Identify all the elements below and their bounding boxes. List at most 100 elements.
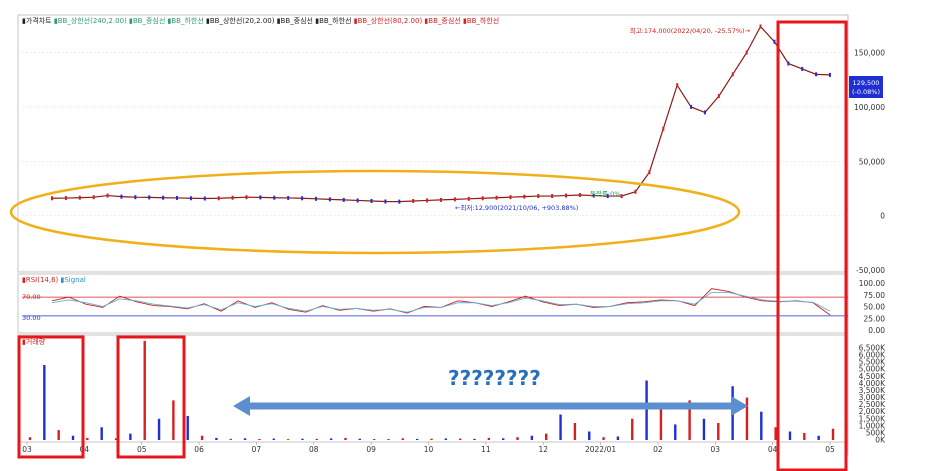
price-candle xyxy=(203,196,206,201)
volume-bar xyxy=(645,380,648,440)
overlay-question-text: ???????? xyxy=(448,366,541,390)
volume-pane-frame xyxy=(17,334,849,443)
volume-bar xyxy=(401,438,405,440)
price-tick-label: 100,000 xyxy=(854,103,885,112)
volume-bar xyxy=(329,438,333,440)
price-candle xyxy=(745,50,748,55)
last-price-value: 129,500 xyxy=(853,79,880,87)
price-pane-frame xyxy=(17,14,849,273)
price-candle xyxy=(648,170,651,175)
volume-bar xyxy=(602,437,605,440)
price-tick-label: -50,000 xyxy=(856,266,885,275)
volume-bar xyxy=(28,437,32,440)
price-candle xyxy=(495,195,498,200)
price-candle xyxy=(64,196,67,201)
price-candle xyxy=(620,194,623,199)
price-candle xyxy=(467,196,470,201)
price-candle xyxy=(245,195,248,200)
x-tick-label: 06 xyxy=(194,445,204,454)
legend-entry: ▮BB_하한선 xyxy=(463,16,499,25)
price-candle xyxy=(453,197,456,202)
volume-bar xyxy=(344,437,347,440)
price-candle xyxy=(162,195,165,200)
volume-bar xyxy=(573,423,577,440)
price-candle xyxy=(287,195,290,200)
legend-entry: ▮BB_상한선(240,2.00) xyxy=(54,16,129,25)
x-tick-label: 04 xyxy=(768,445,778,454)
stock-chart: ▮가격차트 ▮BB_상한선(240,2.00) ▮BB_중심선 ▮BB_하한선 … xyxy=(9,14,886,471)
price-candle xyxy=(523,194,526,199)
volume-bar xyxy=(659,408,663,440)
price-candle xyxy=(829,72,831,77)
volume-bar xyxy=(415,438,419,440)
x-tick-label: 10 xyxy=(424,445,434,454)
volume-bar xyxy=(817,435,820,440)
volume-bar xyxy=(674,424,677,440)
price-candle xyxy=(801,66,804,71)
volume-bar xyxy=(86,437,89,440)
legend-entry: ▮RSI(14,6) xyxy=(22,276,61,284)
volume-bar xyxy=(43,364,46,440)
price-candle xyxy=(703,110,706,115)
volume-bar xyxy=(71,435,75,440)
price-candle xyxy=(481,196,484,201)
price-candle xyxy=(787,61,790,66)
price-candle xyxy=(717,94,720,99)
volume-bar xyxy=(258,439,261,440)
volume-bar xyxy=(358,438,362,440)
price-candle xyxy=(78,195,81,200)
price-tick-label: 150,000 xyxy=(854,49,885,58)
volume-bar xyxy=(243,438,247,440)
volume-bar xyxy=(100,427,103,440)
price-candle xyxy=(815,72,818,77)
volume-bar xyxy=(272,438,275,440)
price-candle xyxy=(412,198,415,203)
price-candle xyxy=(356,198,359,203)
rsi-level-high-label: 70.00 xyxy=(22,293,41,301)
price-candle xyxy=(231,195,234,200)
price-pane-legend: ▮가격차트 ▮BB_상한선(240,2.00) ▮BB_중심선 ▮BB_하한선 … xyxy=(22,16,499,25)
rsi-tick-label: 0.00 xyxy=(868,326,885,335)
price-candle xyxy=(301,196,304,201)
legend-entry: ▮BB_하한선 xyxy=(315,16,354,25)
price-candle xyxy=(509,195,512,200)
volume-bar xyxy=(745,397,749,440)
x-tick-label: 02 xyxy=(653,445,663,454)
price-candle xyxy=(92,195,95,200)
x-tick-label: 12 xyxy=(538,445,548,454)
price-candle xyxy=(662,126,665,131)
volume-bar xyxy=(588,431,591,440)
price-candle xyxy=(398,199,401,204)
min-price-label: ←최저:12,900(2021/10/06, +903.88%) xyxy=(455,203,578,212)
volume-bar xyxy=(387,439,390,440)
volume-bar xyxy=(516,437,519,440)
legend-entry: ▮Signal xyxy=(61,276,86,284)
volume-bar xyxy=(530,435,534,440)
volume-tick-label: 0K xyxy=(875,436,886,445)
rate-label: 등락률:0% xyxy=(590,190,620,198)
price-candle xyxy=(273,195,276,200)
x-tick-label: 03 xyxy=(711,445,721,454)
price-tick-label: 50,000 xyxy=(859,157,885,166)
x-tick-label: 2022/01 xyxy=(585,445,616,454)
volume-bar xyxy=(831,428,835,440)
price-candle xyxy=(773,39,776,44)
volume-bar xyxy=(172,400,175,440)
price-candle xyxy=(148,195,151,200)
price-candle xyxy=(314,196,317,201)
x-tick-label: 08 xyxy=(309,445,319,454)
last-price-change: (-0.08%) xyxy=(852,88,880,96)
volume-bar xyxy=(458,438,462,440)
volume-bar xyxy=(301,438,304,440)
legend-entry: ▮BB_상한선(80,2.00) xyxy=(354,16,425,25)
volume-bar xyxy=(702,418,706,440)
volume-bar xyxy=(760,411,763,440)
volume-bar xyxy=(286,439,290,440)
max-price-label: 최고:174,000(2022/04/20, -25.57%)→ xyxy=(630,26,751,35)
x-tick-label: 05 xyxy=(825,445,835,454)
price-candle xyxy=(578,193,581,197)
price-candle xyxy=(384,199,387,204)
volume-bar xyxy=(372,439,376,440)
legend-entry: ▮가격차트 xyxy=(22,16,54,25)
price-candle xyxy=(51,196,53,201)
